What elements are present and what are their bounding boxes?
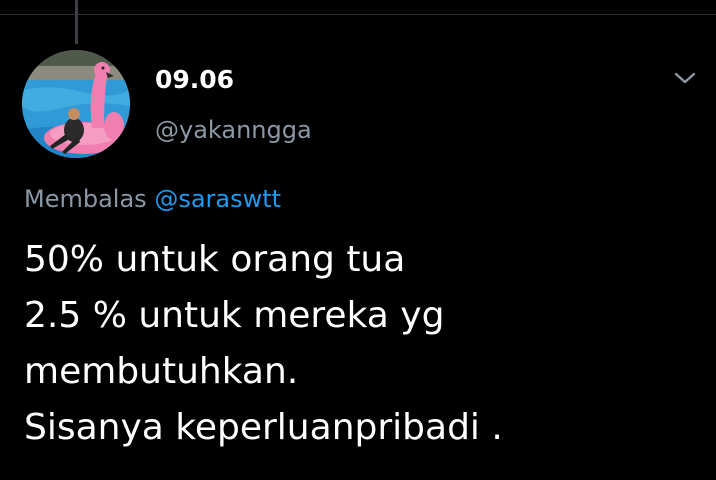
- thread-connector-line: [75, 0, 78, 44]
- tweet-text-line: membutuhkan.: [24, 351, 299, 392]
- replying-to-label: Membalas: [24, 185, 147, 213]
- tweet-text-line: 2.5 % untuk mereka yg: [24, 295, 445, 336]
- top-divider: [0, 14, 716, 15]
- chevron-down-icon: [674, 72, 696, 84]
- more-options-button[interactable]: [668, 64, 702, 92]
- user-handle[interactable]: @yakanngga: [155, 114, 312, 146]
- avatar-photo: [22, 50, 130, 158]
- avatar[interactable]: [22, 50, 130, 158]
- reply-mention-link[interactable]: @saraswtt: [154, 185, 281, 213]
- tweet-text-line: 50% untuk orang tua: [24, 239, 406, 280]
- tweet-text-line: Sisanya keperluanpribadi .: [24, 407, 503, 448]
- tweet-text: 50% untuk orang tua 2.5 % untuk mereka y…: [24, 232, 704, 456]
- display-name[interactable]: 09.06: [155, 64, 234, 96]
- replying-to-line: Membalas @saraswtt: [24, 183, 281, 215]
